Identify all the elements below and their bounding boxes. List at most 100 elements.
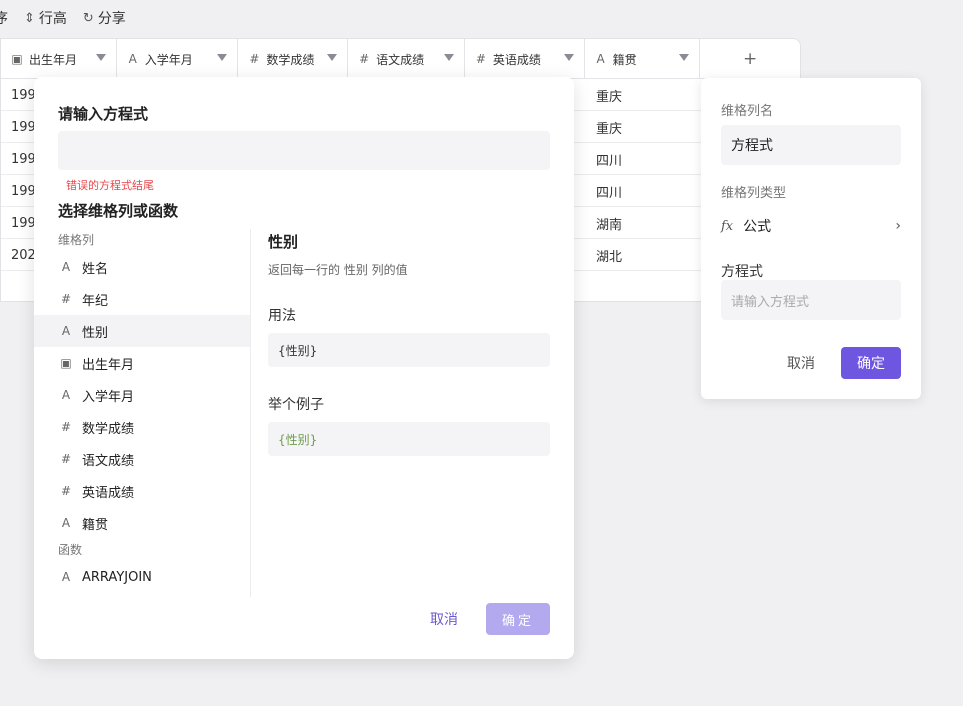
number-icon: #: [60, 420, 72, 434]
column-name-label: 维格列名: [721, 104, 774, 119]
caret-down-icon[interactable]: [443, 54, 454, 61]
list-item-label: ARRAYJOIN: [82, 569, 152, 585]
column-header-chinese[interactable]: # 语文成绩: [348, 39, 465, 79]
share-button[interactable]: ↻ 分享: [83, 8, 126, 28]
column-label: 入学年月: [144, 52, 193, 67]
text-icon: A: [128, 52, 137, 66]
caret-down-icon[interactable]: [327, 54, 338, 61]
number-icon: #: [249, 52, 260, 66]
list-item-native[interactable]: A 籍贯: [34, 507, 250, 539]
list-item-english[interactable]: # 英语成绩: [34, 475, 250, 507]
cell-native[interactable]: 湖南: [586, 207, 702, 239]
functions-section-label: 函数: [58, 543, 83, 557]
list-item-label: 性别: [82, 325, 109, 341]
row-height-label: 行高: [38, 11, 67, 27]
text-icon: A: [61, 260, 71, 274]
field-function-list[interactable]: 维格列 A 姓名 # 年纪 A 性别 ▣ 出生年月 A 入学年月 # 数学成绩 …: [34, 229, 251, 597]
column-name-input[interactable]: 方程式: [721, 125, 901, 165]
list-item-birth[interactable]: ▣ 出生年月: [34, 347, 250, 379]
column-type-label: 维格列类型: [721, 186, 787, 201]
column-label: 数学成绩: [266, 52, 315, 67]
list-item-label: 籍贯: [82, 517, 109, 533]
usage-title: 用法: [268, 308, 296, 324]
add-column-button[interactable]: +: [700, 39, 800, 79]
formula-icon: fx: [721, 218, 734, 234]
caret-down-icon[interactable]: [217, 54, 228, 61]
row-height-button[interactable]: ⇕ 行高: [24, 8, 67, 28]
date-icon: ▣: [60, 356, 72, 370]
list-item-chinese[interactable]: # 语文成绩: [34, 443, 250, 475]
column-label: 籍贯: [612, 52, 637, 67]
column-label: 英语成绩: [492, 52, 541, 67]
list-item-arrayjoin[interactable]: A ARRAYJOIN: [34, 561, 250, 593]
number-icon: #: [475, 52, 486, 66]
list-item-label: 语文成绩: [82, 453, 135, 469]
text-icon: A: [61, 388, 71, 402]
detail-description: 返回每一行的 性别 列的值: [268, 263, 408, 277]
sort-button[interactable]: 序: [0, 8, 8, 28]
list-item-label: 姓名: [82, 261, 109, 277]
caret-down-icon[interactable]: [95, 54, 106, 61]
caret-down-icon[interactable]: [679, 54, 690, 61]
caret-down-icon[interactable]: [563, 54, 574, 61]
list-item-label: 数学成绩: [82, 421, 135, 437]
number-icon: #: [359, 52, 370, 66]
text-icon: A: [596, 52, 605, 66]
formula-field[interactable]: 请输入方程式: [721, 280, 901, 320]
table-header: ▣ 出生年月 A 入学年月 # 数学成绩 # 语文成绩 # 英语成绩 A 籍贯: [1, 39, 800, 79]
column-type-value: 公式: [743, 219, 772, 235]
column-header-enroll[interactable]: A 入学年月: [117, 39, 239, 79]
dialog-title: 请输入方程式: [58, 105, 149, 123]
panel-cancel-button[interactable]: 取消: [781, 347, 821, 379]
text-icon: A: [61, 516, 71, 530]
column-type-selector[interactable]: fx 公式 ›: [721, 215, 901, 237]
list-item-label: 年纪: [82, 293, 109, 309]
column-label: 语文成绩: [376, 52, 425, 67]
cell-native[interactable]: 重庆: [586, 79, 702, 111]
panel-confirm-button[interactable]: 确定: [841, 347, 901, 379]
list-item-gender[interactable]: A 性别: [34, 315, 250, 347]
column-settings-panel: 维格列名 方程式 维格列类型 fx 公式 › 方程式 请输入方程式 取消 确定: [701, 78, 921, 399]
dialog-cancel-button[interactable]: 取消: [419, 603, 469, 635]
list-item-label: 英语成绩: [82, 485, 135, 501]
list-item-math[interactable]: # 数学成绩: [34, 411, 250, 443]
list-item-label: 出生年月: [82, 357, 135, 373]
select-title: 选择维格列或函数: [58, 202, 179, 220]
list-item-enroll[interactable]: A 入学年月: [34, 379, 250, 411]
cell-native[interactable]: 四川: [586, 143, 702, 175]
detail-name: 性别: [268, 233, 299, 251]
columns-section-label: 维格列: [58, 233, 95, 247]
formula-label: 方程式: [721, 264, 763, 280]
column-header-birth[interactable]: ▣ 出生年月: [1, 39, 117, 79]
usage-code: {性别}: [268, 333, 550, 367]
toolbar: 序 ⇕ 行高 ↻ 分享: [0, 0, 126, 36]
text-icon: A: [61, 570, 71, 584]
date-icon: ▣: [11, 52, 23, 66]
cell-native[interactable]: 湖北: [586, 239, 702, 271]
list-item-name[interactable]: A 姓名: [34, 251, 250, 283]
share-label: 分享: [97, 11, 126, 27]
dialog-confirm-button[interactable]: 确定: [486, 603, 550, 635]
number-icon: #: [60, 452, 72, 466]
formula-dialog: 请输入方程式 错误的方程式结尾 选择维格列或函数 维格列 A 姓名 # 年纪 A…: [34, 77, 574, 659]
row-height-icon: ⇕: [24, 10, 35, 26]
error-message: 错误的方程式结尾: [66, 179, 154, 192]
detail-panel: 性别 返回每一行的 性别 列的值 用法 {性别} 举个例子 {性别}: [268, 229, 550, 456]
column-header-math[interactable]: # 数学成绩: [238, 39, 349, 79]
column-header-english[interactable]: # 英语成绩: [465, 39, 585, 79]
column-label: 出生年月: [29, 52, 78, 67]
list-item-age[interactable]: # 年纪: [34, 283, 250, 315]
example-code: {性别}: [268, 422, 550, 456]
example-title: 举个例子: [268, 397, 324, 413]
cell-native[interactable]: 重庆: [586, 111, 702, 143]
share-icon: ↻: [82, 10, 94, 26]
number-icon: #: [60, 484, 72, 498]
column-header-native[interactable]: A 籍贯: [585, 39, 701, 79]
list-item-label: 入学年月: [82, 389, 135, 405]
number-icon: #: [60, 292, 72, 306]
formula-input[interactable]: [58, 131, 550, 170]
cell-native[interactable]: 四川: [586, 175, 702, 207]
text-icon: A: [61, 324, 71, 338]
sort-label: 序: [0, 11, 8, 27]
chevron-right-icon: ›: [895, 218, 901, 234]
